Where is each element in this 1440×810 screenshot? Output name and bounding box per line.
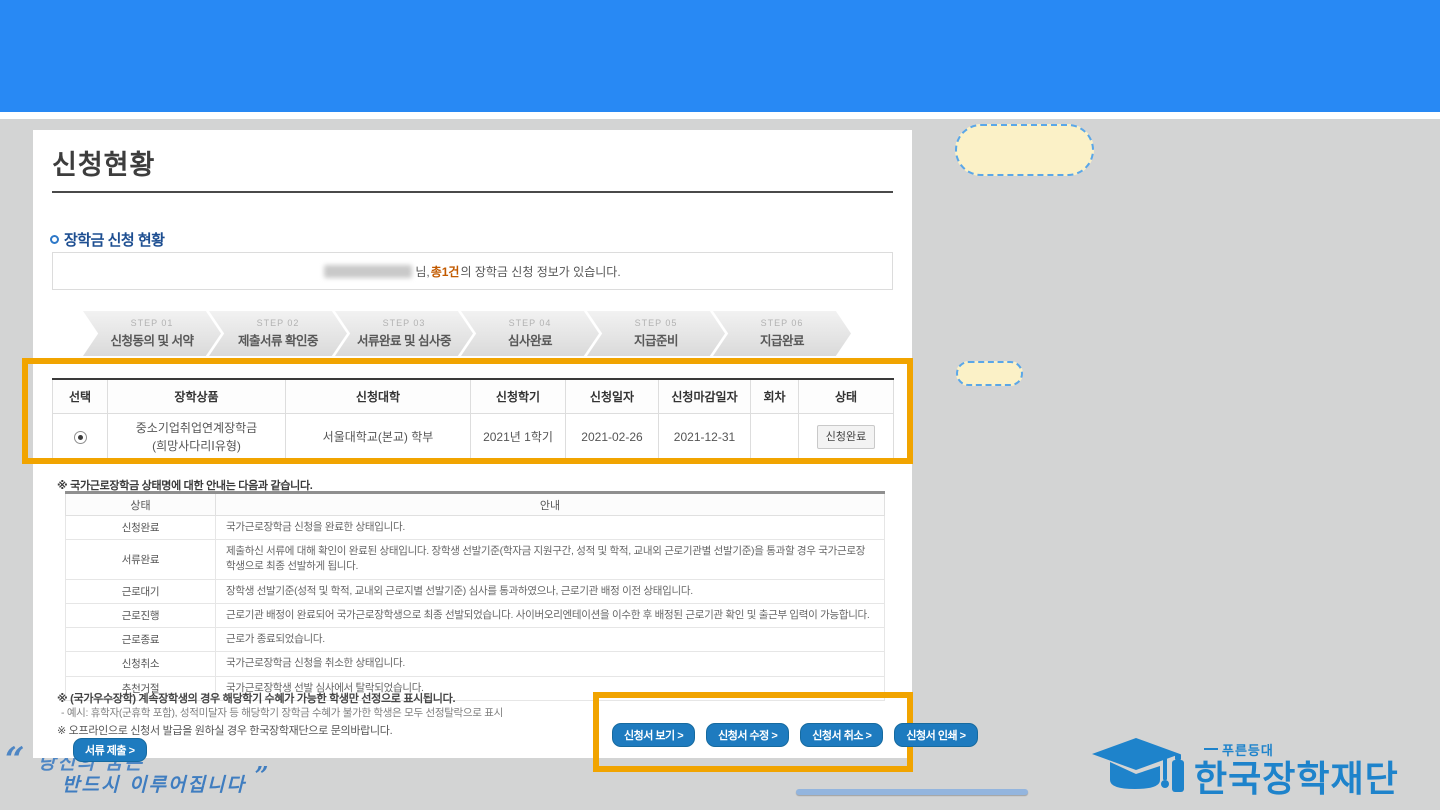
status-row-2: 서류완료 제출하신 서류에 대해 확인이 완료된 상태입니다. 장학생 선발기준… xyxy=(66,540,885,579)
step-1: STEP 01 신청동의 및 서약 xyxy=(83,311,221,356)
title-rule xyxy=(52,191,893,193)
row-product-cell: 중소기업취업연계장학금 (희망사다리Ⅰ유형) xyxy=(108,413,286,461)
status-desc: 근로가 종료되었습니다. xyxy=(216,628,885,652)
col-deadline: 신청마감일자 xyxy=(659,379,751,413)
redacted-user-name xyxy=(324,265,412,278)
step-4-num: STEP 04 xyxy=(509,318,552,328)
footnote-1: ※ (국가우수장학) 계속장학생의 경우 해당학기 수혜가 가능한 학생만 선정… xyxy=(57,690,455,706)
print-application-button[interactable]: 신청서 인쇄 > xyxy=(894,723,977,747)
step-6-num: STEP 06 xyxy=(761,318,804,328)
footnote-3: ※ 오프라인으로 신청서 발급을 원하실 경우 한국장학재단으로 문의바랍니다. xyxy=(57,722,392,738)
step-5-num: STEP 05 xyxy=(635,318,678,328)
status-state: 신청완료 xyxy=(66,516,216,540)
status-row-6: 신청취소 국가근로장학금 신청을 취소한 상태입니다. xyxy=(66,652,885,676)
content-panel: 신청현황 장학금 신청 현황 님, 총1건 의 장학금 신청 정보가 있습니다.… xyxy=(33,130,912,758)
step-2-label: 제출서류 확인중 xyxy=(238,330,318,349)
status-desc: 장학생 선발기준(성적 및 학적, 교내외 근로지별 선발기준) 심사를 통과하… xyxy=(216,579,885,603)
step-2-num: STEP 02 xyxy=(257,318,300,328)
slogan-line2-text: 반드시 이루어집니다 xyxy=(62,774,246,796)
status-desc: 국가근로장학금 신청을 취소한 상태입니다. xyxy=(216,652,885,676)
status-row-4: 근로진행 근로기관 배정이 완료되어 국가근로장학생으로 최종 선발되었습니다.… xyxy=(66,603,885,627)
notice-suffix: 님, xyxy=(415,263,429,280)
step-2: STEP 02 제출서류 확인중 xyxy=(209,311,347,356)
status-desc: 제출하신 서류에 대해 확인이 완료된 상태입니다. 장학생 선발기준(학자금 … xyxy=(216,540,885,579)
notice-rest: 의 장학금 신청 정보가 있습니다. xyxy=(460,263,620,280)
logo-text: 푸른등대 한국장학재단 xyxy=(1194,740,1399,799)
status-row-5: 근로종료 근로가 종료되었습니다. xyxy=(66,628,885,652)
logo-subtitle: 푸른등대 xyxy=(1204,740,1399,759)
step-4-label: 심사완료 xyxy=(508,330,552,349)
view-application-button[interactable]: 신청서 보기 > xyxy=(612,723,695,747)
row-select-cell xyxy=(53,413,108,461)
step-5-label: 지급준비 xyxy=(634,330,678,349)
step-4: STEP 04 심사완료 xyxy=(461,311,599,356)
row-university-cell: 서울대학교(본교) 학부 xyxy=(286,413,471,461)
quote-open-mark: “ xyxy=(5,740,25,780)
quote-close-mark: ” xyxy=(255,761,271,790)
col-select: 선택 xyxy=(53,379,108,413)
horizontal-scrollbar-thumb[interactable] xyxy=(796,789,1028,795)
step-6-label: 지급완료 xyxy=(760,330,804,349)
cancel-application-button[interactable]: 신청서 취소 > xyxy=(800,723,883,747)
status-guide-col-state: 상태 xyxy=(66,493,216,516)
product-name-line1: 중소기업취업연계장학금 xyxy=(108,419,285,437)
status-row-3: 근로대기 장학생 선발기준(성적 및 학적, 교내외 근로지별 선발기준) 심사… xyxy=(66,579,885,603)
application-row: 중소기업취업연계장학금 (희망사다리Ⅰ유형) 서울대학교(본교) 학부 2021… xyxy=(53,413,894,461)
col-semester: 신청학기 xyxy=(471,379,566,413)
status-guide-col-desc: 안내 xyxy=(216,493,885,516)
step-3-label: 서류완료 및 심사중 xyxy=(357,330,451,349)
status-guide-header-row: 상태 안내 xyxy=(66,493,885,516)
col-apply-date: 신청일자 xyxy=(566,379,659,413)
row-radio-button[interactable] xyxy=(74,431,87,444)
status-state: 서류완료 xyxy=(66,540,216,579)
status-row-1: 신청완료 국가근로장학금 신청을 완료한 상태입니다. xyxy=(66,516,885,540)
status-desc: 국가근로장학금 신청을 완료한 상태입니다. xyxy=(216,516,885,540)
status-state: 근로종료 xyxy=(66,628,216,652)
step-1-num: STEP 01 xyxy=(131,318,174,328)
redaction-pill-small xyxy=(956,361,1023,386)
edit-application-button[interactable]: 신청서 수정 > xyxy=(706,723,789,747)
status-guide-table: 상태 안내 신청완료 국가근로장학금 신청을 완료한 상태입니다. 서류완료 제… xyxy=(65,491,885,701)
graduation-cap-icon xyxy=(1092,736,1190,802)
application-table: 선택 장학상품 신청대학 신청학기 신청일자 신청마감일자 회차 상태 중소기업… xyxy=(52,378,894,462)
step-6: STEP 06 지급완료 xyxy=(713,311,851,356)
row-deadline-cell: 2021-12-31 xyxy=(659,413,751,461)
row-status-cell: 신청완료 xyxy=(799,413,894,461)
row-semester-cell: 2021년 1학기 xyxy=(471,413,566,461)
application-table-header-row: 선택 장학상품 신청대학 신청학기 신청일자 신청마감일자 회차 상태 xyxy=(53,379,894,413)
slogan-line2: 반드시 이루어집니다 ” xyxy=(62,770,270,797)
col-status: 상태 xyxy=(799,379,894,413)
col-university: 신청대학 xyxy=(286,379,471,413)
top-header-band xyxy=(0,0,1440,112)
step-1-label: 신청동의 및 서약 xyxy=(111,330,194,349)
status-desc: 근로기관 배정이 완료되어 국가근로장학생으로 최종 선발되었습니다. 사이버오… xyxy=(216,603,885,627)
section-header: 장학금 신청 현황 xyxy=(50,229,164,250)
col-round: 회차 xyxy=(751,379,799,413)
application-count-notice: 님, 총1건 의 장학금 신청 정보가 있습니다. xyxy=(52,252,893,290)
status-state: 근로대기 xyxy=(66,579,216,603)
status-badge[interactable]: 신청완료 xyxy=(817,425,875,450)
header-divider xyxy=(0,112,1440,119)
step-5: STEP 05 지급준비 xyxy=(587,311,725,356)
redaction-pill-large xyxy=(955,124,1094,176)
status-state: 근로진행 xyxy=(66,603,216,627)
page-title: 신청현황 xyxy=(52,143,155,182)
notice-count: 총1건 xyxy=(430,263,461,280)
step-3: STEP 03 서류완료 및 심사중 xyxy=(335,311,473,356)
row-apply-date-cell: 2021-02-26 xyxy=(566,413,659,461)
step-3-num: STEP 03 xyxy=(383,318,426,328)
logo-title: 한국장학재단 xyxy=(1194,759,1399,799)
circle-bullet-icon xyxy=(50,235,59,244)
application-actions: 신청서 보기 > 신청서 수정 > 신청서 취소 > 신청서 인쇄 > xyxy=(612,723,978,747)
progress-steps: STEP 01 신청동의 및 서약 STEP 02 제출서류 확인중 STEP … xyxy=(83,311,851,356)
submit-documents-button[interactable]: 서류 제출 > xyxy=(73,738,147,762)
page: “ 당신의 꿈은 반드시 이루어집니다 ” 신청현황 장학금 신청 현황 님, … xyxy=(0,0,1440,810)
status-state: 신청취소 xyxy=(66,652,216,676)
product-name-line2: (희망사다리Ⅰ유형) xyxy=(108,437,285,455)
section-title: 장학금 신청 현황 xyxy=(64,229,164,250)
kosaf-logo: 푸른등대 한국장학재단 xyxy=(1092,736,1399,802)
footnote-2: - 예시: 휴학자(군휴학 포함), 성적미달자 등 해당학기 장학금 수혜가 … xyxy=(61,705,503,720)
col-product: 장학상품 xyxy=(108,379,286,413)
row-round-cell xyxy=(751,413,799,461)
